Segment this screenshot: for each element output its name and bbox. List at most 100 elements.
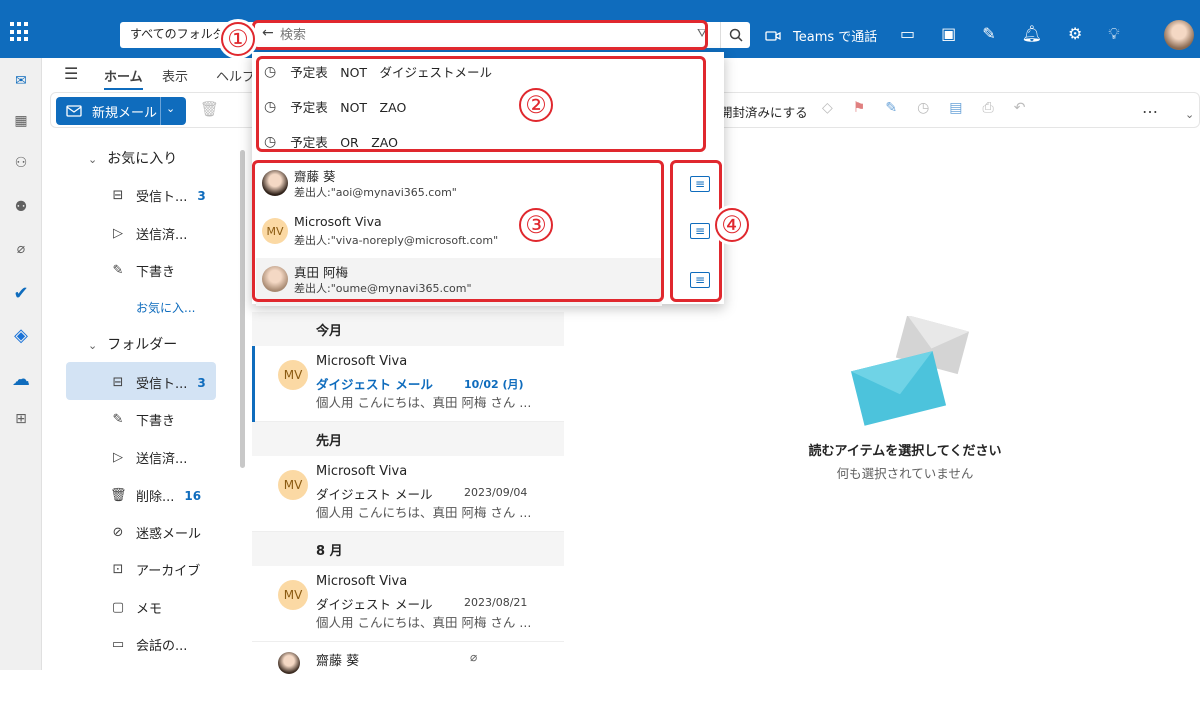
chat-icon[interactable]: ▭ (900, 24, 915, 44)
folder-icon: ▭ (111, 637, 125, 652)
message-subject: ダイジェスト メール (316, 377, 433, 392)
tab-help[interactable]: ヘルプ (216, 66, 255, 85)
selected-indicator (252, 346, 255, 422)
hamburger-icon[interactable]: ☰ (64, 64, 78, 83)
more-button[interactable]: … (1142, 98, 1158, 117)
folder-item[interactable]: ▭ 会話の... (110, 635, 188, 654)
tag-icon[interactable]: ◇ (822, 100, 833, 116)
message-from: Microsoft Viva (316, 354, 408, 369)
add-favorite-link[interactable]: お気に入... (136, 299, 195, 316)
message-item[interactable]: 齋藤 葵 ⌀ (252, 642, 564, 718)
todo-icon[interactable]: ✔ (10, 282, 32, 304)
clock-icon[interactable]: ◷ (917, 100, 929, 116)
callout-badge-3: ③ (519, 208, 553, 242)
attach-icon[interactable]: ⌀ (10, 238, 32, 260)
folder-item[interactable]: ⊟ 受信ト... 3 (110, 186, 206, 205)
message-list-scrollbar[interactable] (568, 300, 576, 670)
print-icon[interactable]: ⎙ (983, 100, 994, 116)
folder-item[interactable]: ⊘ 迷惑メール (110, 523, 201, 542)
message-item[interactable]: MV Microsoft Viva ダイジェスト メール 10/02 (月) 個… (252, 346, 564, 422)
message-subject: ダイジェスト メール (316, 597, 433, 612)
folder-item[interactable]: 🗑︎ 削除... 16 (110, 486, 201, 505)
groups-icon[interactable]: ⚉ (10, 196, 32, 218)
chevron-down-icon[interactable]: ⌄ (1185, 108, 1194, 121)
inbox-icon: ⊟ (112, 375, 124, 390)
search-button[interactable] (720, 22, 750, 48)
folder-item[interactable]: ▷ 送信済... (110, 224, 187, 243)
sent-icon: ▷ (113, 226, 123, 241)
archive-icon: ⊡ (112, 562, 124, 577)
message-item[interactable]: MV Microsoft Viva ダイジェスト メール 2023/09/04 … (252, 456, 564, 532)
chevron-down-icon[interactable]: ⌄ (166, 102, 175, 115)
folder-item[interactable]: ▷ 送信済... (110, 448, 187, 467)
callout-badge-1: ① (221, 22, 255, 56)
group-header: 今月 (252, 312, 564, 346)
message-from: Microsoft Viva (316, 574, 408, 589)
delete-icon[interactable]: 🗑︎ (200, 100, 219, 118)
top-icons: ▭ ▣ ✎ 🔔︎ ⚙ 💡︎ (900, 24, 1120, 44)
message-from: Microsoft Viva (316, 464, 408, 479)
gear-icon[interactable]: ⚙ (1068, 24, 1082, 44)
undo-icon[interactable]: ↶ (1014, 100, 1026, 116)
folders-header[interactable]: ⌄ フォルダー (88, 334, 177, 354)
folder-item[interactable]: ▢ メモ (110, 598, 162, 617)
folder-scrollbar[interactable] (240, 150, 245, 468)
mail-icon (66, 105, 82, 117)
folder-item[interactable]: ✎ 下書き (110, 410, 175, 429)
empty-mail-illustration (851, 316, 970, 426)
avatar: MV (278, 470, 308, 500)
avatar: MV (278, 360, 308, 390)
pin-icon[interactable]: ✎ (885, 100, 897, 116)
new-mail-label: 新規メール (92, 105, 158, 121)
callout-box-search (252, 20, 708, 50)
teams-call-button[interactable]: Teams で通話 (765, 26, 877, 45)
inbox-icon: ⊟ (112, 188, 124, 203)
lightbulb-icon[interactable]: 💡︎ (1108, 24, 1119, 44)
divider (160, 97, 161, 125)
folder-item[interactable]: ⊟ 受信ト... 3 (110, 373, 206, 392)
draft-icon: ✎ (112, 412, 124, 427)
reading-pane-title: 読むアイテムを選択してください (808, 444, 1002, 459)
message-subject: ダイジェスト メール (316, 487, 433, 502)
avatar[interactable] (1164, 20, 1194, 50)
feedback-icon[interactable]: ✎ (982, 24, 995, 44)
attachment-icon: ⌀ (470, 650, 478, 664)
callout-badge-2: ② (519, 88, 553, 122)
folder-item[interactable]: ⊡ アーカイブ (110, 560, 201, 579)
trash-icon: 🗑︎ (110, 488, 127, 503)
mail-icon[interactable]: ✉ (10, 70, 32, 92)
calendar-icon[interactable]: ▦ (10, 110, 32, 132)
favorites-header[interactable]: ⌄ お気に入り (88, 148, 177, 168)
mark-read-button[interactable]: 開封済みにする (720, 102, 808, 121)
folder-item[interactable]: ✎ 下書き (110, 261, 175, 280)
tab-view[interactable]: 表示 (162, 66, 188, 85)
video-icon (765, 30, 781, 41)
office-icon[interactable]: ▣ (941, 24, 956, 44)
message-preview: 個人用 こんにちは、真田 阿梅 さん ... (316, 395, 532, 410)
search-icon (729, 28, 743, 42)
message-preview: 個人用 こんにちは、真田 阿梅 さん ... (316, 505, 532, 520)
callout-badge-4: ④ (715, 208, 749, 242)
teams-call-label: Teams で通話 (793, 30, 878, 45)
message-item[interactable]: MV Microsoft Viva ダイジェスト メール 2023/08/21 … (252, 566, 564, 642)
note-icon: ▢ (111, 600, 125, 615)
message-date: 2023/08/21 (464, 596, 528, 609)
apps-icon[interactable]: ⊞ (10, 408, 32, 430)
new-mail-button[interactable]: 新規メール ⌄ (56, 97, 186, 125)
message-from: 齋藤 葵 (316, 654, 360, 669)
app-launcher-icon[interactable] (10, 22, 30, 42)
app-rail: ✉ ▦ ⚇ ⚉ ⌀ ✔ ◈ ☁ ⊞ (0, 58, 42, 670)
avatar (278, 652, 300, 674)
rules-icon[interactable]: ▤ (949, 100, 962, 116)
avatar: MV (278, 580, 308, 610)
bell-icon[interactable]: 🔔︎ (1022, 24, 1042, 44)
message-date: 10/02 (月) (464, 378, 524, 391)
onedrive-icon[interactable]: ☁ (10, 368, 32, 390)
people-icon[interactable]: ⚇ (10, 152, 32, 174)
reading-pane-subtitle: 何も選択されていません (836, 466, 974, 481)
junk-icon: ⊘ (112, 525, 124, 540)
ribbon-icons: ◇ ⚑ ✎ ◷ ▤ ⎙ ↶ (822, 100, 1025, 116)
flag-icon[interactable]: ⚑ (853, 100, 866, 116)
tab-home[interactable]: ホーム (104, 66, 143, 90)
teams-icon[interactable]: ◈ (10, 324, 32, 346)
